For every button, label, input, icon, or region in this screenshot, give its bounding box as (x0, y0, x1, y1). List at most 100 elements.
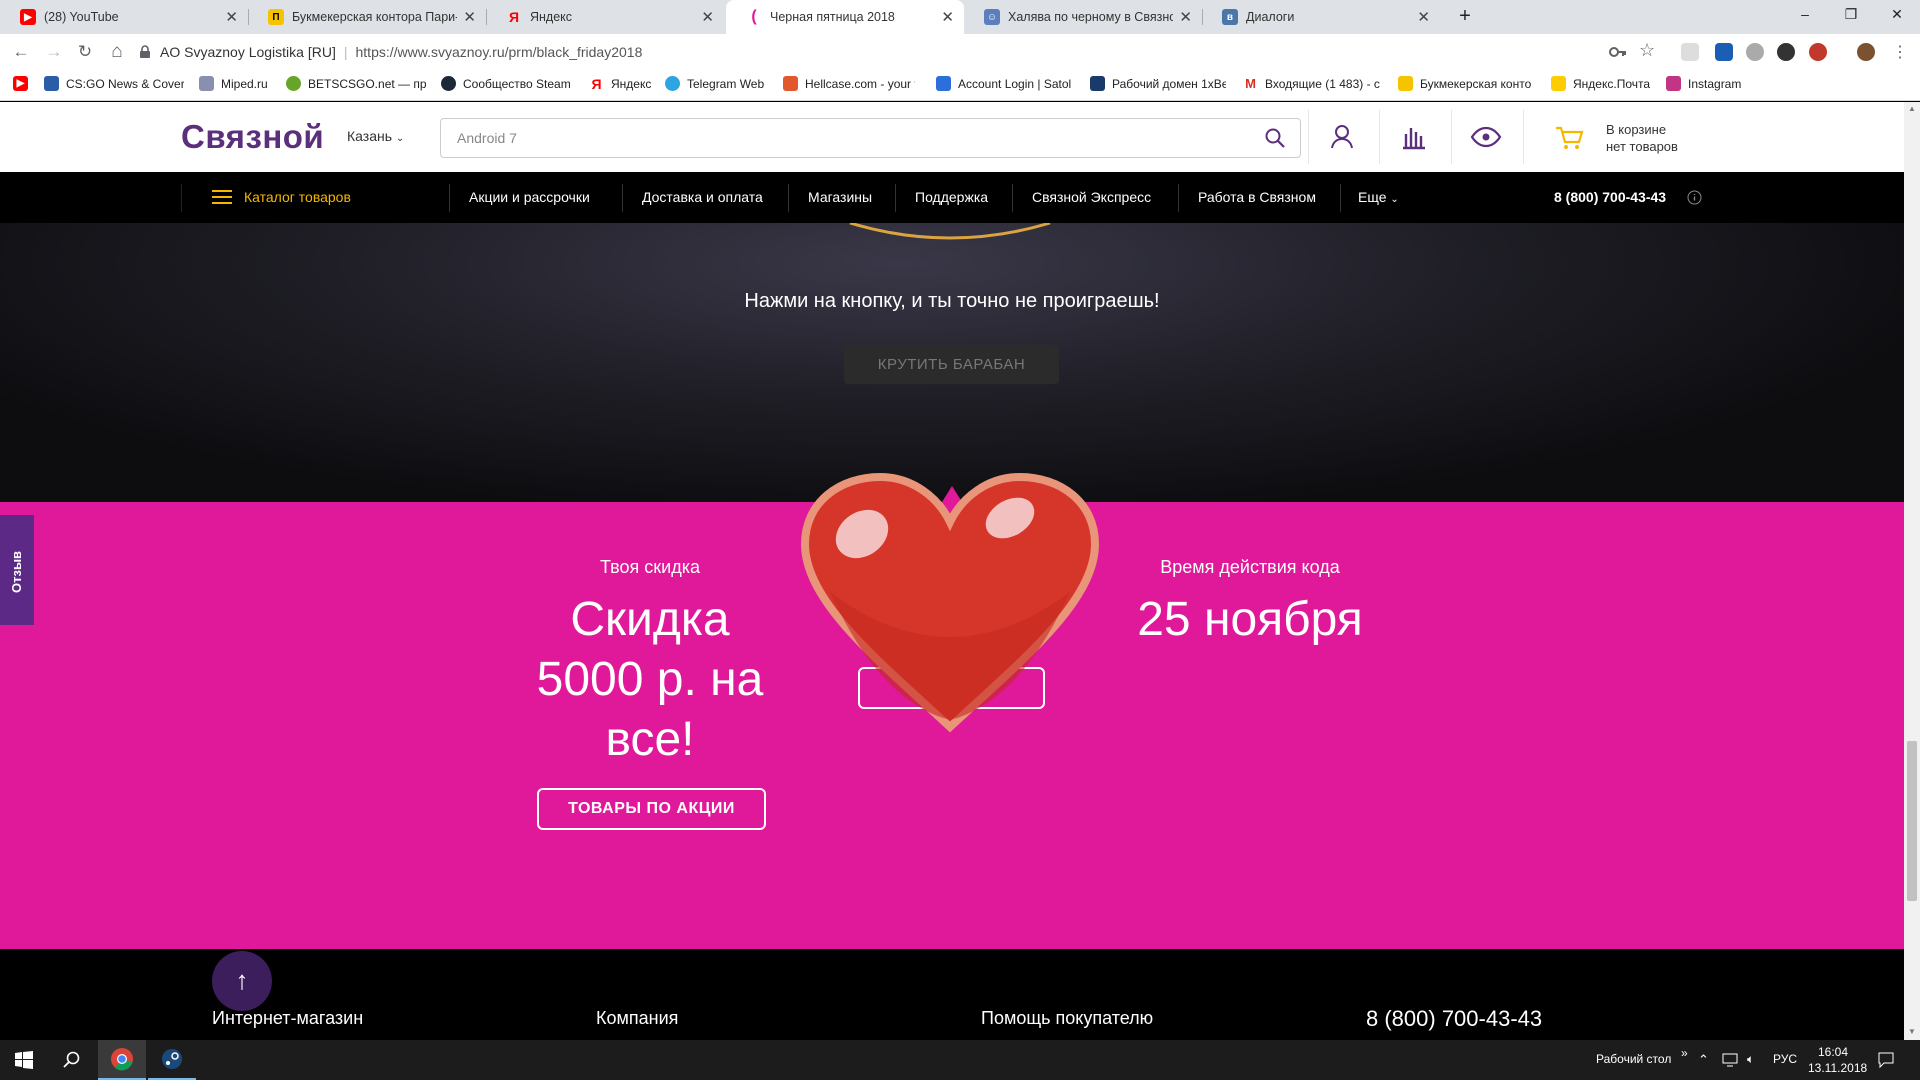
bookmark-item[interactable]: Miped.ru (199, 76, 289, 91)
city-label: Казань (347, 128, 393, 144)
close-tab-icon[interactable]: ✕ (1417, 8, 1430, 26)
close-tab-icon[interactable]: ✕ (463, 8, 476, 26)
steam-icon (441, 76, 456, 91)
back-button[interactable]: ← (9, 40, 33, 64)
csgo-icon (44, 76, 59, 91)
cart-icon[interactable] (1553, 120, 1587, 154)
tab-dialogs[interactable]: в Диалоги ✕ (1202, 0, 1440, 34)
tab-parim[interactable]: П Букмекерская контора Пари-М ✕ (248, 0, 486, 34)
address-bar[interactable]: AO Svyaznoy Logistika [RU] | https://www… (138, 39, 1658, 65)
catalog-button[interactable]: Каталог товаров (212, 189, 351, 205)
validity-label: Время действия кода (1160, 557, 1340, 577)
search-input[interactable]: Android 7 (440, 118, 1301, 158)
volume-icon[interactable]: 🔈︎ (1747, 1052, 1754, 1067)
bookmark-item[interactable]: BETSCSGO.net — пр (286, 76, 426, 91)
yandex-icon: Я (508, 9, 520, 25)
nav-item-delivery[interactable]: Доставка и оплата (642, 189, 763, 205)
extension-icon[interactable] (1746, 43, 1764, 61)
extension-icon[interactable] (1681, 43, 1699, 61)
bookmark-item[interactable]: M Входящие (1 483) - с (1243, 76, 1381, 91)
close-tab-icon[interactable]: ✕ (941, 8, 954, 26)
extension-icon[interactable] (1777, 43, 1795, 61)
tray-chevron-up-icon[interactable]: ⌃ (1698, 1052, 1709, 1068)
extension-icon[interactable] (1715, 43, 1733, 61)
bookmark-item[interactable]: ▶ (13, 76, 28, 91)
clock-date: 13.11.2018 (1808, 1061, 1868, 1075)
info-icon[interactable] (1687, 190, 1702, 205)
taskbar-chrome[interactable] (98, 1040, 146, 1080)
feedback-tab[interactable]: Отзыв (0, 515, 34, 625)
user-icon[interactable] (1325, 120, 1359, 154)
city-selector[interactable]: Казань ⌄ (347, 128, 404, 144)
close-tab-icon[interactable]: ✕ (701, 8, 714, 26)
spin-drum-button[interactable]: КРУТИТЬ БАРАБАН (844, 345, 1059, 384)
reload-button[interactable]: ↻ (73, 40, 97, 64)
heart-icon (800, 472, 1100, 733)
new-tab-button[interactable]: + (1450, 2, 1480, 32)
scroll-top-button[interactable]: ↑ (212, 951, 272, 1011)
forward-button[interactable]: → (42, 40, 66, 64)
tab-black-friday[interactable]: ( Черная пятница 2018 ✕ (726, 0, 964, 34)
avatar[interactable] (1857, 43, 1875, 61)
bookmark-star-icon[interactable]: ☆ (1639, 40, 1655, 61)
tab-youtube[interactable]: ▶ (28) YouTube ✕ (0, 0, 248, 34)
page-scrollbar[interactable]: ▲ ▼ (1904, 102, 1920, 1040)
nav-item-support[interactable]: Поддержка (915, 189, 988, 205)
scrollbar-thumb[interactable] (1907, 741, 1917, 901)
search-icon[interactable] (1264, 127, 1286, 149)
toolbar-expand-icon[interactable]: » (1681, 1046, 1688, 1060)
site-logo[interactable]: Связной (181, 118, 324, 156)
promo-products-button[interactable]: ТОВАРЫ ПО АКЦИИ (537, 788, 766, 830)
footer-phone[interactable]: 8 (800) 700-43-43 (1366, 1006, 1542, 1032)
home-button[interactable]: ⌂ (105, 40, 129, 64)
bookmark-item[interactable]: Рабочий домен 1xBe (1090, 76, 1226, 91)
tab-svyaznoy-forum[interactable]: ☺ Халява по черному в Связном ✕ (964, 0, 1202, 34)
bookmark-item[interactable]: Account Login | Satol (936, 76, 1072, 91)
support-phone[interactable]: 8 (800) 700-43-43 (1554, 189, 1666, 205)
bookmark-item[interactable]: Instagram (1666, 76, 1766, 91)
bookmark-item[interactable]: Яндекс.Почта (1551, 76, 1661, 91)
notifications-icon[interactable] (1878, 1052, 1894, 1068)
start-button[interactable] (0, 1040, 48, 1080)
bookmark-item[interactable]: Hellcase.com - your f (783, 76, 915, 91)
maximize-button[interactable]: ❐ (1828, 0, 1874, 30)
windows-taskbar: Рабочий стол » ⌃ 🔈︎ РУС 16:04 13.11.2018 (0, 1040, 1920, 1080)
bookmark-item[interactable]: Я Яндекс (589, 76, 669, 91)
minimize-button[interactable]: – (1782, 0, 1828, 30)
key-icon[interactable] (1609, 44, 1627, 60)
nav-item-stores[interactable]: Магазины (808, 189, 872, 205)
taskbar-steam[interactable] (148, 1040, 196, 1080)
tab-title: Букмекерская контора Пари-М (292, 10, 458, 24)
desktop-toolbar-label[interactable]: Рабочий стол (1596, 1052, 1671, 1066)
close-tab-icon[interactable]: ✕ (225, 8, 238, 26)
eye-icon[interactable] (1469, 120, 1503, 154)
chevron-down-icon: ⌄ (395, 133, 405, 144)
close-tab-icon[interactable]: ✕ (1179, 8, 1192, 26)
menu-icon[interactable]: ⋮ (1892, 42, 1908, 62)
discount-line: Скидка (570, 593, 730, 646)
cart-status[interactable]: В корзине нет товаров (1606, 121, 1678, 155)
bookmark-item[interactable]: Сообщество Steam (441, 76, 581, 91)
lock-icon (140, 45, 150, 58)
network-icon[interactable] (1722, 1053, 1738, 1067)
scroll-up-icon[interactable]: ▲ (1908, 104, 1916, 113)
language-indicator[interactable]: РУС (1773, 1052, 1797, 1066)
compare-icon[interactable] (1397, 120, 1431, 154)
taskbar-search-button[interactable] (48, 1040, 96, 1080)
clock[interactable]: 16:04 13.11.2018 (1808, 1044, 1868, 1076)
satol-icon (936, 76, 951, 91)
nav-item-express[interactable]: Связной Экспресс (1032, 189, 1151, 205)
close-window-button[interactable]: ✕ (1874, 0, 1920, 30)
nav-item-more[interactable]: Еще ⌄ (1358, 189, 1399, 205)
tab-yandex[interactable]: Я Яндекс ✕ (486, 0, 724, 34)
bookmark-item[interactable]: Telegram Web (665, 76, 775, 91)
extension-icon[interactable] (1809, 43, 1827, 61)
nav-item-jobs[interactable]: Работа в Связном (1198, 189, 1316, 205)
bookmark-item[interactable]: Букмекерская конто (1398, 76, 1536, 91)
scroll-down-icon[interactable]: ▼ (1908, 1027, 1916, 1036)
bookmarks-bar: ▶ CS:GO News & Cover Miped.ru BETSCSGO.n… (0, 70, 1920, 101)
footer-col-company: Компания (596, 1008, 679, 1028)
search-icon (63, 1051, 80, 1068)
bookmark-item[interactable]: CS:GO News & Cover (44, 76, 184, 91)
nav-item-promotions[interactable]: Акции и рассрочки (469, 189, 590, 205)
